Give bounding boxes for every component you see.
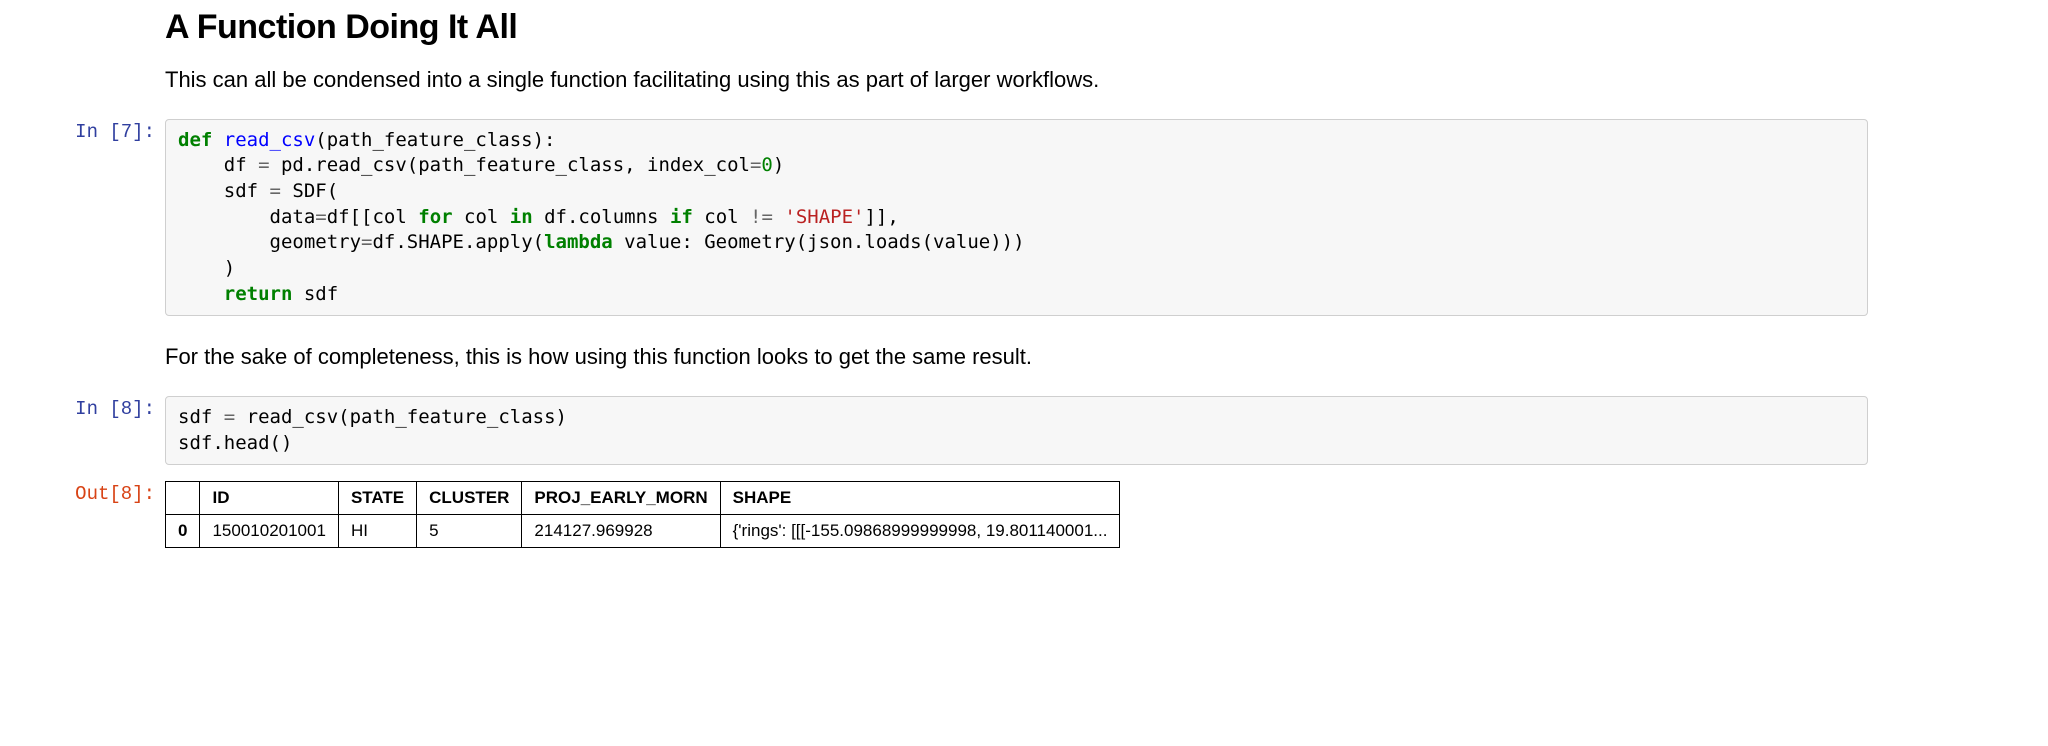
code-text: df.SHAPE.apply( bbox=[372, 231, 544, 253]
table-header-row: ID STATE CLUSTER PROJ_EARLY_MORN SHAPE bbox=[166, 482, 1120, 515]
function-name: read_csv bbox=[212, 129, 315, 151]
code-text: df.columns bbox=[533, 206, 670, 228]
keyword-if: if bbox=[670, 206, 693, 228]
operator: = bbox=[750, 154, 761, 176]
operator: = bbox=[258, 154, 269, 176]
table-cell: 214127.969928 bbox=[522, 515, 720, 548]
keyword-in: in bbox=[510, 206, 533, 228]
table-header: STATE bbox=[338, 482, 416, 515]
operator: = bbox=[315, 206, 326, 228]
markdown-cell: A Function Doing It All This can all be … bbox=[0, 8, 2048, 95]
table-header: SHAPE bbox=[720, 482, 1120, 515]
code-text: SDF( bbox=[281, 180, 338, 202]
markdown-cell: For the sake of completeness, this is ho… bbox=[0, 342, 2048, 372]
code-text: geometry bbox=[178, 231, 361, 253]
code-text: read_csv(path_feature_class) bbox=[235, 406, 567, 428]
code-input-area[interactable]: sdf = read_csv(path_feature_class) sdf.h… bbox=[165, 396, 1868, 465]
keyword-return: return bbox=[178, 283, 292, 305]
keyword-def: def bbox=[178, 129, 212, 151]
input-prompt: In [7]: bbox=[0, 115, 165, 328]
paragraph: For the sake of completeness, this is ho… bbox=[165, 342, 1868, 372]
code-text: ]], bbox=[864, 206, 898, 228]
row-index: 0 bbox=[166, 515, 200, 548]
code-text: value: Geometry(json.loads(value))) bbox=[613, 231, 1025, 253]
number-literal: 0 bbox=[761, 154, 772, 176]
code-text: (path_feature_class): bbox=[315, 129, 555, 151]
table-cell: 150010201001 bbox=[200, 515, 338, 548]
code-text: df[[col bbox=[327, 206, 419, 228]
operator: = bbox=[224, 406, 235, 428]
code-text: sdf bbox=[178, 180, 270, 202]
code-text: pd.read_csv(path_feature_class, index_co… bbox=[270, 154, 750, 176]
table-header: ID bbox=[200, 482, 338, 515]
keyword-lambda: lambda bbox=[544, 231, 613, 253]
code-text: df bbox=[178, 154, 258, 176]
table-cell: 5 bbox=[417, 515, 522, 548]
code-text: data bbox=[178, 206, 315, 228]
code-text: ) bbox=[178, 257, 235, 279]
table-header: PROJ_EARLY_MORN bbox=[522, 482, 720, 515]
operator: != bbox=[750, 206, 773, 228]
code-text: col bbox=[693, 206, 750, 228]
paragraph: This can all be condensed into a single … bbox=[165, 65, 1868, 95]
keyword-for: for bbox=[418, 206, 452, 228]
code-text: col bbox=[453, 206, 510, 228]
table-header bbox=[166, 482, 200, 515]
table-cell: {'rings': [[[-155.09868999999998, 19.801… bbox=[720, 515, 1120, 548]
operator: = bbox=[270, 180, 281, 202]
table-cell: HI bbox=[338, 515, 416, 548]
string-literal: 'SHAPE' bbox=[773, 206, 865, 228]
code-text: sdf.head() bbox=[178, 432, 292, 454]
code-cell-7: In [7]: def read_csv(path_feature_class)… bbox=[0, 115, 2048, 328]
output-dataframe-table: ID STATE CLUSTER PROJ_EARLY_MORN SHAPE 0… bbox=[165, 481, 1120, 548]
section-heading: A Function Doing It All bbox=[165, 8, 1868, 47]
code-cell-8: In [8]: sdf = read_csv(path_feature_clas… bbox=[0, 392, 2048, 477]
table-header: CLUSTER bbox=[417, 482, 522, 515]
input-prompt: In [8]: bbox=[0, 392, 165, 477]
output-cell-8: Out[8]: ID STATE CLUSTER PROJ_EARLY_MORN… bbox=[0, 477, 2048, 548]
table-row: 0 150010201001 HI 5 214127.969928 {'ring… bbox=[166, 515, 1120, 548]
code-text: sdf bbox=[292, 283, 338, 305]
notebook-container: A Function Doing It All This can all be … bbox=[0, 8, 2048, 548]
code-input-area[interactable]: def read_csv(path_feature_class): df = p… bbox=[165, 119, 1868, 316]
code-text: sdf bbox=[178, 406, 224, 428]
output-prompt: Out[8]: bbox=[0, 477, 165, 548]
code-text: ) bbox=[773, 154, 784, 176]
operator: = bbox=[361, 231, 372, 253]
